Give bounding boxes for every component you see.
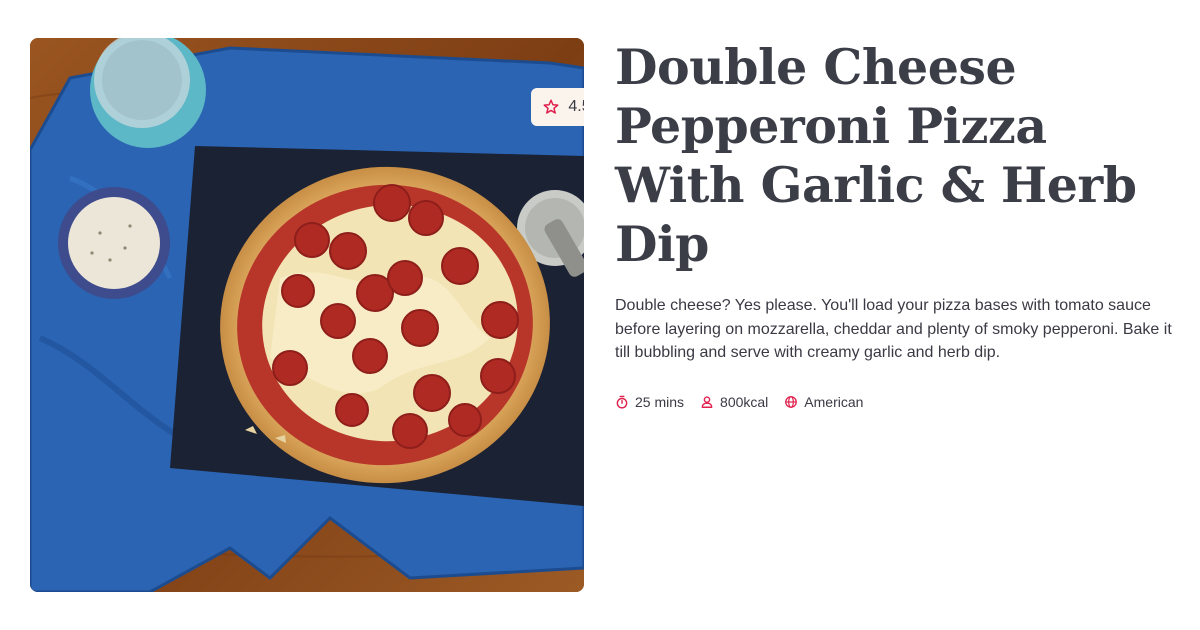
meta-cuisine: American: [784, 394, 863, 410]
star-icon: [542, 98, 560, 116]
rating-badge: 4.5: [531, 88, 584, 126]
person-icon: [700, 395, 714, 409]
recipe-card: 4.5 Double Cheese Pepperoni Pizza With G…: [0, 0, 1200, 630]
recipe-title: Double Cheese Pepperoni Pizza With Garli…: [615, 38, 1137, 273]
meta-cuisine-label: American: [804, 393, 864, 410]
pizza-photo-illustration: [30, 38, 584, 592]
rating-value: 4.5: [568, 98, 584, 115]
meta-calories-label: 800kcal: [720, 393, 769, 410]
globe-icon: [784, 395, 798, 409]
recipe-description: Double cheese? Yes please. You'll load y…: [615, 297, 1172, 361]
recipe-info: Double Cheese Pepperoni Pizza With Garli…: [615, 38, 1175, 410]
recipe-meta: 25 mins 800kcal American: [615, 394, 1175, 410]
meta-time: 25 mins: [615, 394, 684, 410]
recipe-photo: 4.5: [30, 38, 584, 592]
timer-icon: [615, 395, 629, 409]
meta-time-label: 25 mins: [635, 393, 685, 410]
meta-calories: 800kcal: [700, 394, 768, 410]
